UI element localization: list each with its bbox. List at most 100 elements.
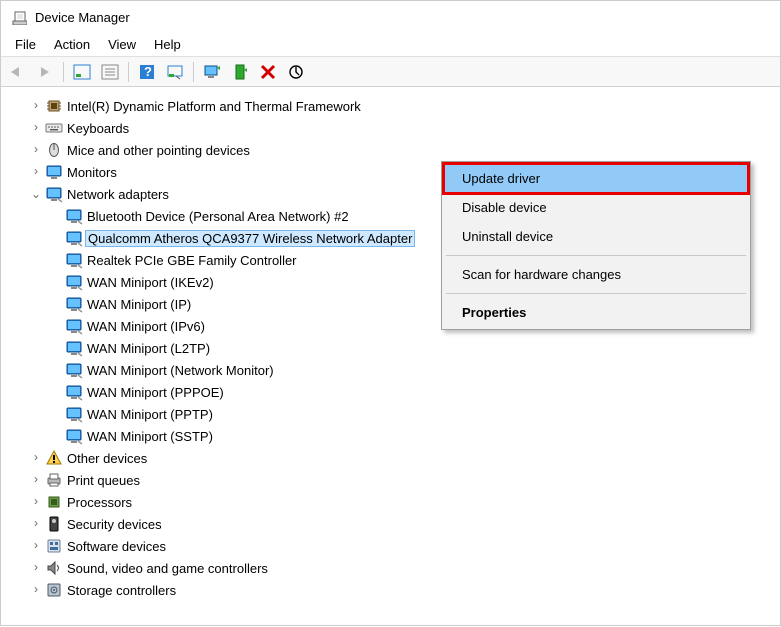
ctx-separator <box>446 293 746 294</box>
tree-node-label[interactable]: WAN Miniport (SSTP) <box>85 428 215 445</box>
network-icon <box>65 405 83 423</box>
network-icon <box>65 251 83 269</box>
tree-node[interactable]: › Storage controllers <box>9 579 780 601</box>
warn-icon <box>45 449 63 467</box>
properties-button[interactable] <box>98 60 122 84</box>
tree-node-label[interactable]: Network adapters <box>65 186 171 203</box>
disable-device-button[interactable] <box>284 60 308 84</box>
tree-node-label[interactable]: Realtek PCIe GBE Family Controller <box>85 252 299 269</box>
cpu-icon <box>45 493 63 511</box>
menu-file[interactable]: File <box>7 35 44 54</box>
collapse-icon[interactable]: ⌄ <box>29 187 43 202</box>
tree-node[interactable]: › Print queues <box>9 469 780 491</box>
show-hide-tree-button[interactable] <box>70 60 94 84</box>
app-icon <box>11 9 27 25</box>
toolbar: ? <box>1 57 780 87</box>
network-icon <box>65 383 83 401</box>
expand-icon[interactable]: › <box>29 583 43 597</box>
tree-node[interactable]: WAN Miniport (Network Monitor) <box>9 359 780 381</box>
network-icon <box>65 295 83 313</box>
context-menu: Update driver Disable device Uninstall d… <box>441 161 751 330</box>
expand-icon[interactable]: › <box>29 451 43 465</box>
expand-icon[interactable]: › <box>29 473 43 487</box>
tree-node-label[interactable]: Sound, video and game controllers <box>65 560 270 577</box>
tree-node-label[interactable]: WAN Miniport (IKEv2) <box>85 274 216 291</box>
storage-icon <box>45 581 63 599</box>
help-button[interactable]: ? <box>135 60 159 84</box>
tree-node-label[interactable]: Security devices <box>65 516 164 533</box>
menu-help[interactable]: Help <box>146 35 189 54</box>
tree-node[interactable]: › Sound, video and game controllers <box>9 557 780 579</box>
toolbar-separator <box>128 62 129 82</box>
tree-node-label[interactable]: Keyboards <box>65 120 131 137</box>
back-button[interactable] <box>5 60 29 84</box>
tree-node-label[interactable]: Qualcomm Atheros QCA9377 Wireless Networ… <box>85 230 415 247</box>
tree-node[interactable]: WAN Miniport (L2TP) <box>9 337 780 359</box>
tree-node-label[interactable]: Other devices <box>65 450 149 467</box>
ctx-properties[interactable]: Properties <box>444 298 748 327</box>
network-icon <box>65 427 83 445</box>
tree-node-label[interactable]: Monitors <box>65 164 119 181</box>
tree-node[interactable]: WAN Miniport (PPPOE) <box>9 381 780 403</box>
tree-node-label[interactable]: WAN Miniport (Network Monitor) <box>85 362 276 379</box>
expand-icon[interactable]: › <box>29 165 43 179</box>
window-title: Device Manager <box>35 10 130 25</box>
network-icon <box>65 229 83 247</box>
chip-icon <box>45 97 63 115</box>
monitor-icon <box>45 163 63 181</box>
update-driver-button[interactable] <box>200 60 224 84</box>
tree-node-label[interactable]: WAN Miniport (IPv6) <box>85 318 207 335</box>
keyboard-icon <box>45 119 63 137</box>
tree-node-label[interactable]: WAN Miniport (L2TP) <box>85 340 212 357</box>
printer-icon <box>45 471 63 489</box>
expand-icon[interactable]: › <box>29 99 43 113</box>
toolbar-separator <box>63 62 64 82</box>
ctx-separator <box>446 255 746 256</box>
tree-node-label[interactable]: WAN Miniport (PPPOE) <box>85 384 226 401</box>
tree-node[interactable]: WAN Miniport (SSTP) <box>9 425 780 447</box>
uninstall-device-button[interactable] <box>256 60 280 84</box>
tree-node-label[interactable]: Storage controllers <box>65 582 178 599</box>
ctx-disable-device[interactable]: Disable device <box>444 193 748 222</box>
ctx-update-driver[interactable]: Update driver <box>444 164 748 193</box>
tree-node-label[interactable]: WAN Miniport (PPTP) <box>85 406 215 423</box>
tree-node[interactable]: › Security devices <box>9 513 780 535</box>
expand-icon[interactable]: › <box>29 561 43 575</box>
expand-icon[interactable]: › <box>29 143 43 157</box>
svg-text:?: ? <box>144 64 152 79</box>
network-icon <box>65 273 83 291</box>
scan-hardware-button[interactable] <box>163 60 187 84</box>
security-icon <box>45 515 63 533</box>
expand-icon[interactable]: › <box>29 517 43 531</box>
tree-node[interactable]: › Keyboards <box>9 117 780 139</box>
tree-node-label[interactable]: Software devices <box>65 538 168 555</box>
network-icon <box>65 339 83 357</box>
tree-node-label[interactable]: WAN Miniport (IP) <box>85 296 193 313</box>
tree-node-label[interactable]: Print queues <box>65 472 142 489</box>
tree-node-label[interactable]: Mice and other pointing devices <box>65 142 252 159</box>
expand-icon[interactable]: › <box>29 121 43 135</box>
network-icon <box>65 317 83 335</box>
enable-device-button[interactable] <box>228 60 252 84</box>
tree-node-label[interactable]: Bluetooth Device (Personal Area Network)… <box>85 208 351 225</box>
sound-icon <box>45 559 63 577</box>
tree-node[interactable]: WAN Miniport (PPTP) <box>9 403 780 425</box>
menu-action[interactable]: Action <box>46 35 98 54</box>
forward-button[interactable] <box>33 60 57 84</box>
menu-view[interactable]: View <box>100 35 144 54</box>
ctx-scan-hardware[interactable]: Scan for hardware changes <box>444 260 748 289</box>
expand-icon[interactable]: › <box>29 539 43 553</box>
network-icon <box>65 361 83 379</box>
tree-node[interactable]: › Intel(R) Dynamic Platform and Thermal F… <box>9 95 780 117</box>
tree-node[interactable]: › Software devices <box>9 535 780 557</box>
tree-node[interactable]: › Mice and other pointing devices <box>9 139 780 161</box>
tree-node-label[interactable]: Intel(R) Dynamic Platform and Thermal Fr… <box>65 98 363 115</box>
ctx-uninstall-device[interactable]: Uninstall device <box>444 222 748 251</box>
mouse-icon <box>45 141 63 159</box>
tree-node[interactable]: › Processors <box>9 491 780 513</box>
tree-node-label[interactable]: Processors <box>65 494 134 511</box>
titlebar: Device Manager <box>1 1 780 33</box>
network-icon <box>65 207 83 225</box>
expand-icon[interactable]: › <box>29 495 43 509</box>
tree-node[interactable]: › Other devices <box>9 447 780 469</box>
